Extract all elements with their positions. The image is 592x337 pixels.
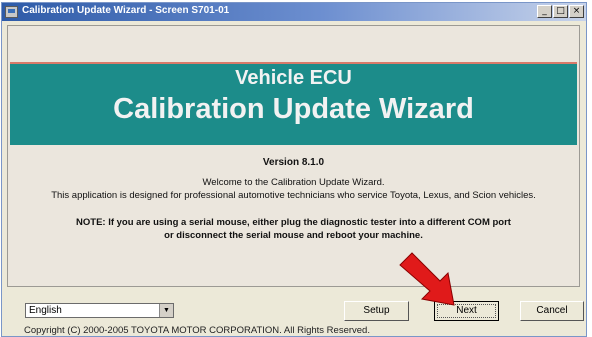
title-banner: Vehicle ECU Calibration Update Wizard	[10, 62, 577, 145]
title-bar[interactable]: Calibration Update Wizard - Screen S701-…	[2, 3, 586, 21]
banner-title: Calibration Update Wizard	[113, 93, 474, 125]
copyright-text: Copyright (C) 2000-2005 TOYOTA MOTOR COR…	[24, 325, 370, 336]
window-title: Calibration Update Wizard - Screen S701-…	[22, 5, 230, 16]
banner-subtitle: Vehicle ECU	[235, 67, 352, 89]
language-select[interactable]: English ▼	[25, 303, 174, 318]
chevron-down-icon[interactable]: ▼	[159, 304, 173, 317]
cancel-button[interactable]: Cancel	[520, 301, 584, 321]
minimize-button[interactable]: _	[537, 5, 552, 18]
note-line-1: NOTE: If you are using a serial mouse, e…	[76, 217, 511, 228]
window-controls: _ □ ×	[537, 5, 584, 18]
version-text: Version 8.1.0	[262, 157, 325, 168]
maximize-button[interactable]: □	[553, 5, 568, 18]
red-pointer-arrow-icon	[399, 252, 455, 306]
description-text: This application is designed for profess…	[51, 190, 536, 201]
welcome-text: Welcome to the Calibration Update Wizard…	[202, 177, 385, 188]
close-button[interactable]: ×	[569, 5, 584, 18]
app-icon	[5, 6, 18, 18]
language-value: English	[29, 305, 62, 316]
note-line-2: or disconnect the serial mouse and reboo…	[164, 230, 423, 241]
